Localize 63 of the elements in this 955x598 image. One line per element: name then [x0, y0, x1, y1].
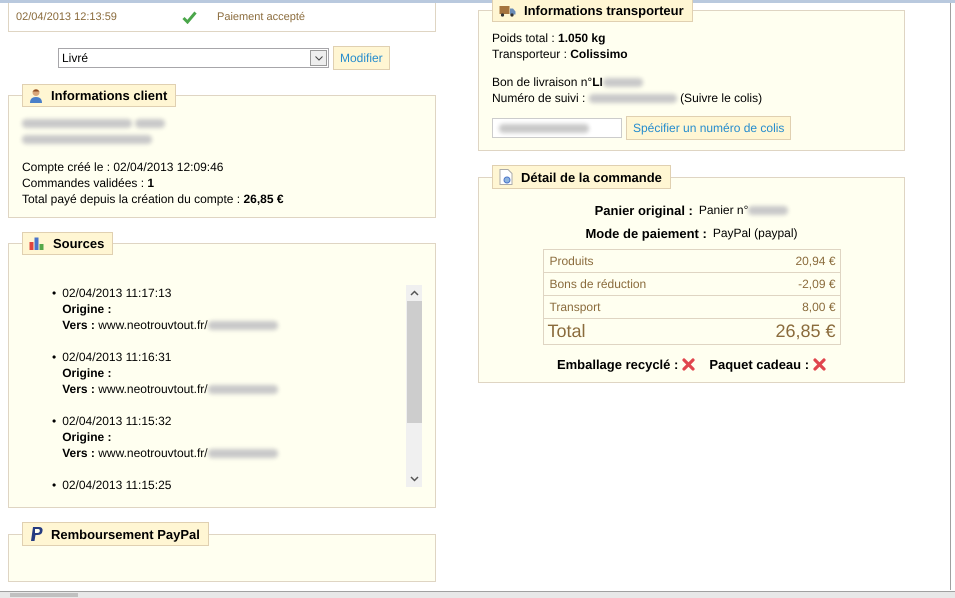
bullet: •: [52, 413, 56, 430]
truck-icon: [499, 4, 516, 16]
payment-value: PayPal (paypal): [712, 226, 798, 241]
paypal-icon: [29, 526, 43, 542]
redacted-text: [135, 119, 166, 128]
panel-title: Détail de la commande: [492, 165, 671, 189]
bar-chart-icon: [29, 237, 45, 250]
source-date: 02/04/2013 11:15:25: [62, 477, 172, 493]
target-url: www.neotrouvtout.fr/: [98, 446, 208, 460]
total-value: -2,09 €: [724, 272, 840, 296]
bullet: •: [52, 285, 56, 302]
cart-value: Panier n°: [698, 203, 748, 217]
customer-info-text: Commandes validées : 1: [22, 175, 156, 191]
origin-label: Origine :: [62, 366, 112, 380]
target-label: Vers :: [62, 446, 95, 460]
total-label: Produits: [543, 250, 724, 272]
total-value: 26,85 €: [724, 318, 840, 344]
panel-title: Remboursement PayPal: [22, 522, 209, 546]
total-label: Bons de réduction: [543, 272, 724, 296]
status-select[interactable]: Livré: [58, 48, 329, 68]
customer-info-text: Total payé depuis la création du compte : 26,85 €: [22, 191, 285, 207]
delivery-slip-text: Bon de livraison n°LI: [492, 75, 603, 89]
track-parcel-link[interactable]: (Suivre le colis): [680, 91, 762, 105]
target-label: Vers :: [62, 318, 95, 332]
tracking-number-field[interactable]: [492, 118, 622, 138]
user-icon: [29, 88, 43, 103]
source-date: 02/04/2013 11:17:13: [62, 285, 172, 301]
caret-icon: [314, 56, 322, 60]
target-url: www.neotrouvtout.fr/: [98, 318, 208, 332]
target-label: Vers :: [62, 382, 95, 396]
target-url: www.neotrouvtout.fr/: [98, 382, 208, 396]
source-date: 02/04/2013 11:15:32: [62, 413, 172, 429]
history-status: Paiement accepté: [217, 11, 306, 23]
carrier-info-text: Poids total : 1.050 kg: [492, 30, 606, 46]
check-icon: [182, 10, 197, 24]
cart-label: Panier original :: [594, 203, 693, 218]
redacted-text: [748, 206, 788, 216]
redacted-text: [208, 321, 278, 330]
total-label: Total: [543, 318, 724, 344]
document-icon: [499, 169, 513, 185]
panel-title: Sources: [22, 232, 114, 255]
redacted-text: [208, 385, 278, 394]
customer-info-text: Compte créé le : 02/04/2013 12:09:46: [22, 159, 224, 175]
origin-label: Origine :: [62, 430, 112, 444]
total-value: 20,94 €: [724, 250, 840, 272]
redacted-text: [208, 449, 278, 458]
source-date: 02/04/2013 11:16:31: [62, 349, 172, 365]
bullet: •: [52, 477, 56, 493]
horizontal-scrollbar[interactable]: [0, 591, 955, 598]
option-label: Paquet cadeau :: [709, 357, 810, 372]
redacted-text: [602, 78, 643, 88]
bullet: •: [52, 349, 56, 366]
panel-title: Informations client: [22, 84, 176, 107]
tracking-label: Numéro de suivi :: [492, 91, 586, 105]
scrollbar[interactable]: [406, 285, 422, 487]
total-label: Transport: [543, 296, 724, 318]
history-date: 02/04/2013 12:13:59: [16, 11, 118, 23]
total-value: 8,00 €: [724, 296, 840, 318]
payment-label: Mode de paiement :: [585, 226, 707, 241]
carrier-info-text: Transporteur : Colissimo: [492, 46, 629, 62]
panel-title: Informations transporteur: [492, 0, 693, 22]
option-label: Emballage recyclé :: [556, 357, 678, 372]
origin-label: Origine :: [62, 302, 112, 316]
